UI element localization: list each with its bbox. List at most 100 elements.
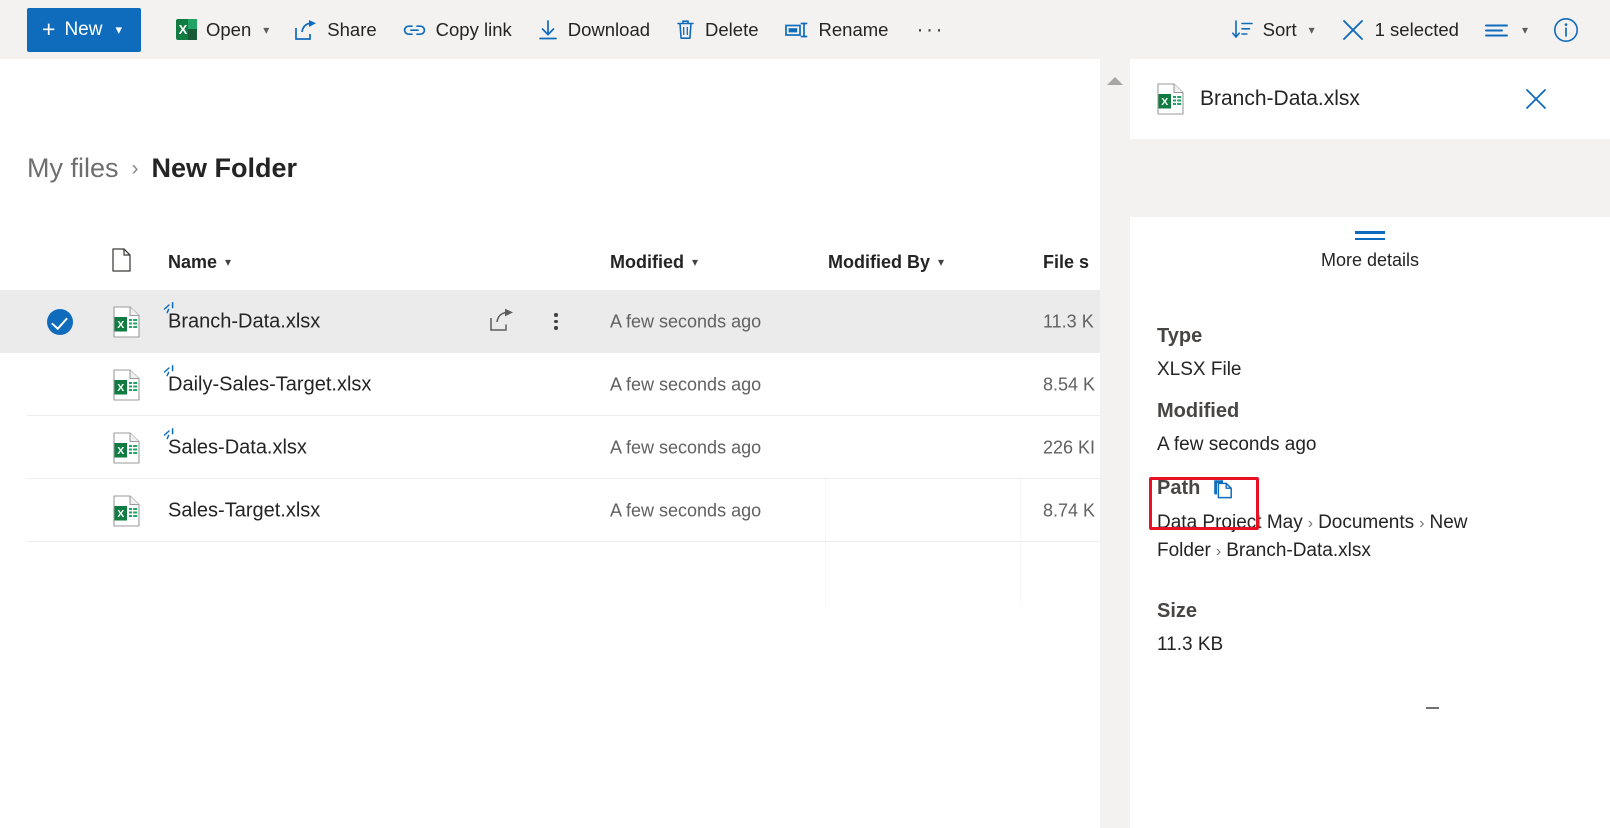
details-field-type: Type XLSX File — [1157, 325, 1587, 383]
excel-icon: X — [175, 19, 197, 40]
chevron-down-icon: ▾ — [1521, 22, 1528, 37]
column-header-modified-by[interactable]: Modified By ▾ — [828, 252, 944, 273]
rename-icon — [784, 20, 810, 40]
caret-up-icon[interactable] — [1107, 77, 1123, 85]
row-more-actions-button[interactable] — [543, 307, 569, 337]
new-button-label: New — [64, 18, 103, 40]
copy-icon[interactable] — [1212, 478, 1234, 500]
more-details-expander[interactable]: More details — [1130, 217, 1610, 285]
delete-button-label: Delete — [705, 18, 759, 40]
breadcrumb-item-current[interactable]: New Folder — [152, 153, 298, 184]
plus-icon: + — [42, 16, 56, 42]
file-list-header: Name ▾ Modified ▾ Modified By ▾ File s — [0, 239, 1100, 285]
new-button[interactable]: + New ▾ — [27, 7, 141, 52]
rename-button[interactable]: Rename — [773, 8, 900, 52]
chevron-down-icon: ▾ — [115, 21, 122, 37]
download-icon — [537, 19, 559, 41]
info-icon — [1552, 16, 1580, 44]
command-bar-right-group: Sort ▾ 1 selected ▾ — [1217, 0, 1610, 59]
excel-file-icon: X — [1157, 83, 1184, 115]
column-header-filetype[interactable] — [112, 248, 131, 276]
details-field-path: Path Data Project May › Documents › New Fold… — [1157, 477, 1587, 564]
details-panel-header: X Branch-Data.xlsx — [1130, 59, 1610, 139]
path-crumb[interactable]: Data Project May — [1157, 512, 1303, 533]
close-icon[interactable] — [1520, 83, 1552, 115]
chevron-down-icon: ▾ — [692, 255, 699, 269]
details-field-type-label: Type — [1157, 325, 1203, 347]
chevron-down-icon: ▾ — [1308, 22, 1315, 37]
details-panel: X Branch-Data.xlsx More details Type XLS… — [1130, 59, 1610, 828]
svg-text:X: X — [117, 445, 124, 457]
table-row[interactable]: X Sales-Target.xlsx A few seconds ago 8.… — [0, 479, 1100, 542]
column-header-modified[interactable]: Modified ▾ — [610, 252, 698, 273]
file-size-label: 226 KI — [1043, 437, 1096, 457]
trash-icon — [675, 18, 696, 41]
path-separator-icon: › — [1215, 542, 1222, 560]
details-field-modified-label: Modified — [1157, 400, 1240, 422]
share-icon — [294, 19, 318, 41]
details-field-path-value: Data Project May › Documents › New Folder › Br… — [1157, 509, 1557, 564]
open-button-label: Open — [205, 18, 252, 40]
info-button[interactable] — [1542, 8, 1590, 52]
sort-icon — [1231, 19, 1254, 40]
details-field-size-value: 11.3 KB — [1157, 634, 1224, 655]
table-row[interactable]: X Daily-Sales-Target.xlsx A few seconds … — [0, 353, 1100, 416]
details-field-modified-value: A few seconds ago — [1157, 434, 1317, 455]
column-header-modified-by-label: Modified By — [828, 251, 930, 272]
svg-text:X: X — [1161, 96, 1168, 108]
copy-link-button[interactable]: Copy link — [391, 8, 523, 52]
command-bar: + New ▾ X Open ▾ Share Copy link Downloa… — [0, 0, 1610, 59]
breadcrumb: My files › New Folder — [27, 153, 297, 184]
file-name-label[interactable]: Sales-Target.xlsx — [168, 499, 320, 522]
checkmark-icon — [47, 308, 73, 335]
table-row[interactable]: X Sales-Data.xlsx A few seconds ago 226 … — [0, 416, 1100, 479]
more-commands-button[interactable]: ··· — [902, 8, 958, 52]
column-header-file-size[interactable]: File s — [1043, 252, 1089, 273]
file-size-label: 8.54 K — [1043, 374, 1096, 394]
sort-button[interactable]: Sort ▾ — [1220, 8, 1326, 52]
file-name-label[interactable]: Branch-Data.xlsx — [168, 310, 320, 333]
path-separator-icon: › — [1307, 515, 1314, 532]
file-name-label[interactable]: Sales-Data.xlsx — [168, 436, 307, 459]
clear-selection-button[interactable]: 1 selected — [1329, 8, 1470, 52]
chevron-down-icon: ▾ — [263, 22, 270, 37]
share-button[interactable]: Share — [283, 8, 387, 52]
overflow-ellipsis-icon: ··· — [916, 17, 945, 41]
excel-file-icon: X — [113, 494, 140, 527]
row-checkbox[interactable] — [47, 308, 73, 335]
download-button[interactable]: Download — [526, 8, 661, 52]
details-field-modified: Modified A few seconds ago — [1157, 400, 1587, 458]
vertical-scrollbar[interactable] — [1100, 59, 1130, 828]
file-size-label: 8.74 K — [1043, 500, 1096, 520]
details-panel-preview — [1130, 139, 1610, 217]
share-button-label: Share — [327, 18, 377, 40]
delete-button[interactable]: Delete — [664, 8, 769, 52]
view-list-icon — [1484, 21, 1510, 39]
file-modified-label: A few seconds ago — [610, 311, 762, 331]
path-crumb[interactable]: Documents — [1318, 512, 1414, 533]
row-divider — [27, 541, 1100, 542]
breadcrumb-item-my-files[interactable]: My files — [27, 153, 119, 184]
excel-file-icon: X — [113, 431, 140, 464]
row-share-icon[interactable] — [487, 307, 517, 337]
details-field-path-label-row: Path — [1157, 477, 1234, 500]
path-separator-icon: › — [1419, 515, 1425, 532]
column-header-name[interactable]: Name ▾ — [168, 252, 231, 273]
column-header-file-size-label: File s — [1043, 251, 1090, 272]
file-modified-label: A few seconds ago — [610, 500, 762, 520]
chevron-down-icon: ▾ — [225, 255, 232, 269]
document-icon — [112, 248, 131, 272]
view-options-button[interactable]: ▾ — [1473, 8, 1539, 52]
download-button-label: Download — [567, 18, 651, 40]
command-bar-left-group: + New ▾ X Open ▾ Share Copy link Downloa… — [0, 0, 959, 59]
svg-text:X: X — [117, 382, 124, 394]
file-modified-label: A few seconds ago — [610, 437, 762, 457]
path-crumb[interactable]: Branch-Data.xlsx — [1226, 540, 1371, 561]
open-button[interactable]: X Open ▾ — [165, 8, 280, 52]
file-list-rows: X Branch-Data.xlsx A few seconds ago 11.… — [0, 290, 1100, 542]
details-field-type-value: XLSX File — [1157, 359, 1242, 380]
table-row[interactable]: X Branch-Data.xlsx A few seconds ago 11.… — [0, 290, 1100, 353]
excel-file-icon: X — [113, 305, 140, 338]
file-name-label[interactable]: Daily-Sales-Target.xlsx — [168, 373, 371, 396]
file-size-label: 11.3 K — [1043, 311, 1094, 331]
